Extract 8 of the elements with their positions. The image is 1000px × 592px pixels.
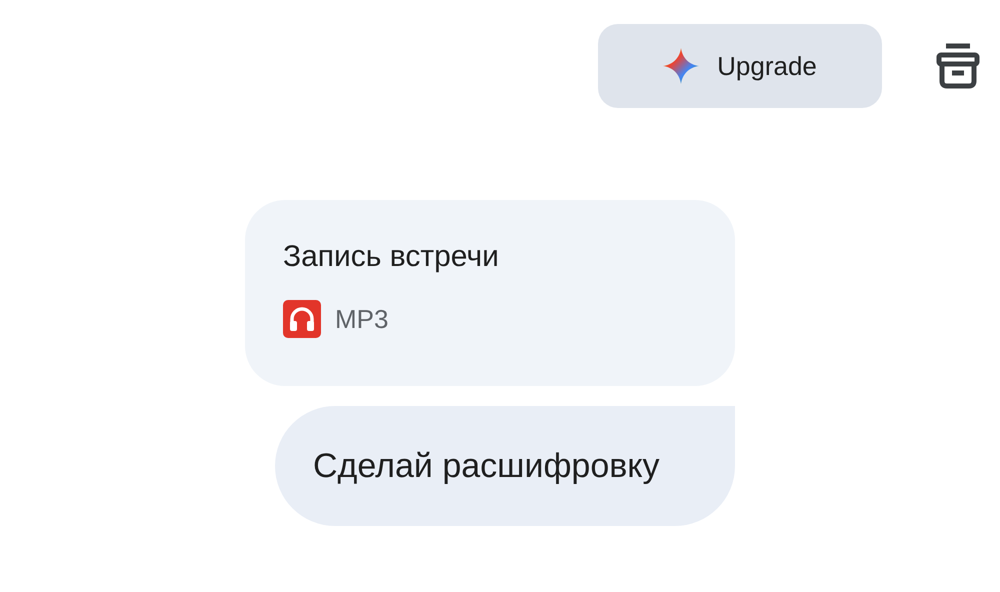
upgrade-button[interactable]: Upgrade <box>598 24 882 108</box>
file-card[interactable]: Запись встречи MP3 <box>245 200 735 386</box>
file-type: MP3 <box>335 304 388 334</box>
sparkle-icon <box>663 48 700 84</box>
message-bubble: Сделай расшифровку <box>275 406 735 526</box>
file-title: Запись встречи <box>283 240 500 274</box>
archive-icon[interactable] <box>936 43 980 89</box>
headphones-icon <box>283 300 321 338</box>
